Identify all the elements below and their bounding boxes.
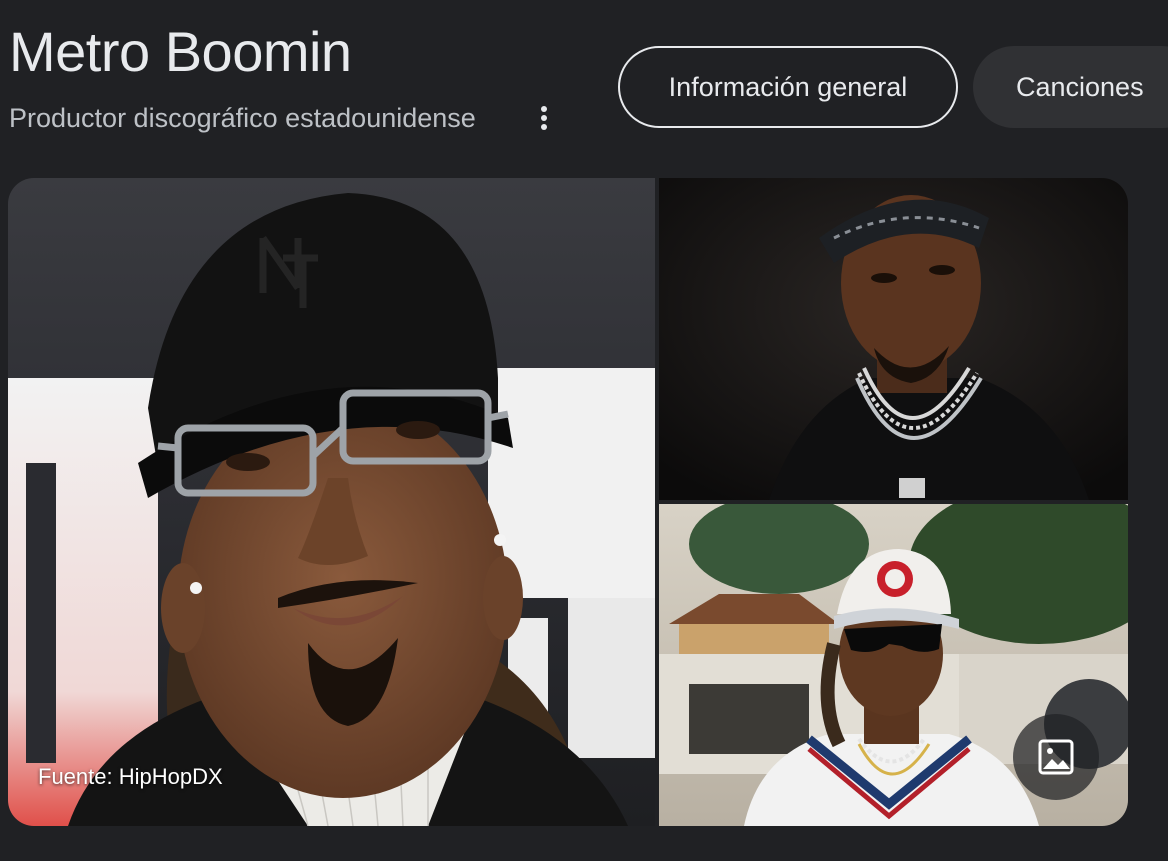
entity-subtitle: Productor discográfico estadounidense xyxy=(9,103,476,133)
more-vert-icon xyxy=(541,106,547,130)
more-options-button[interactable] xyxy=(528,100,560,136)
tab-informacion-general[interactable]: Información general xyxy=(618,46,958,128)
image-source-label[interactable]: Fuente: HipHopDX xyxy=(38,764,223,790)
tab-label: Canciones xyxy=(1016,71,1144,102)
entity-title: Metro Boomin xyxy=(9,20,352,83)
image-gallery: Fuente: HipHopDX xyxy=(8,178,1128,826)
more-images-button[interactable] xyxy=(1013,714,1099,800)
tab-canciones[interactable]: Canciones xyxy=(973,46,1168,128)
knowledge-panel: Metro Boomin Productor discográfico esta… xyxy=(0,0,1168,861)
main-photo[interactable] xyxy=(8,178,655,826)
image-icon xyxy=(1038,739,1074,775)
tab-label: Información general xyxy=(668,71,908,102)
secondary-photo-top[interactable] xyxy=(659,178,1128,500)
